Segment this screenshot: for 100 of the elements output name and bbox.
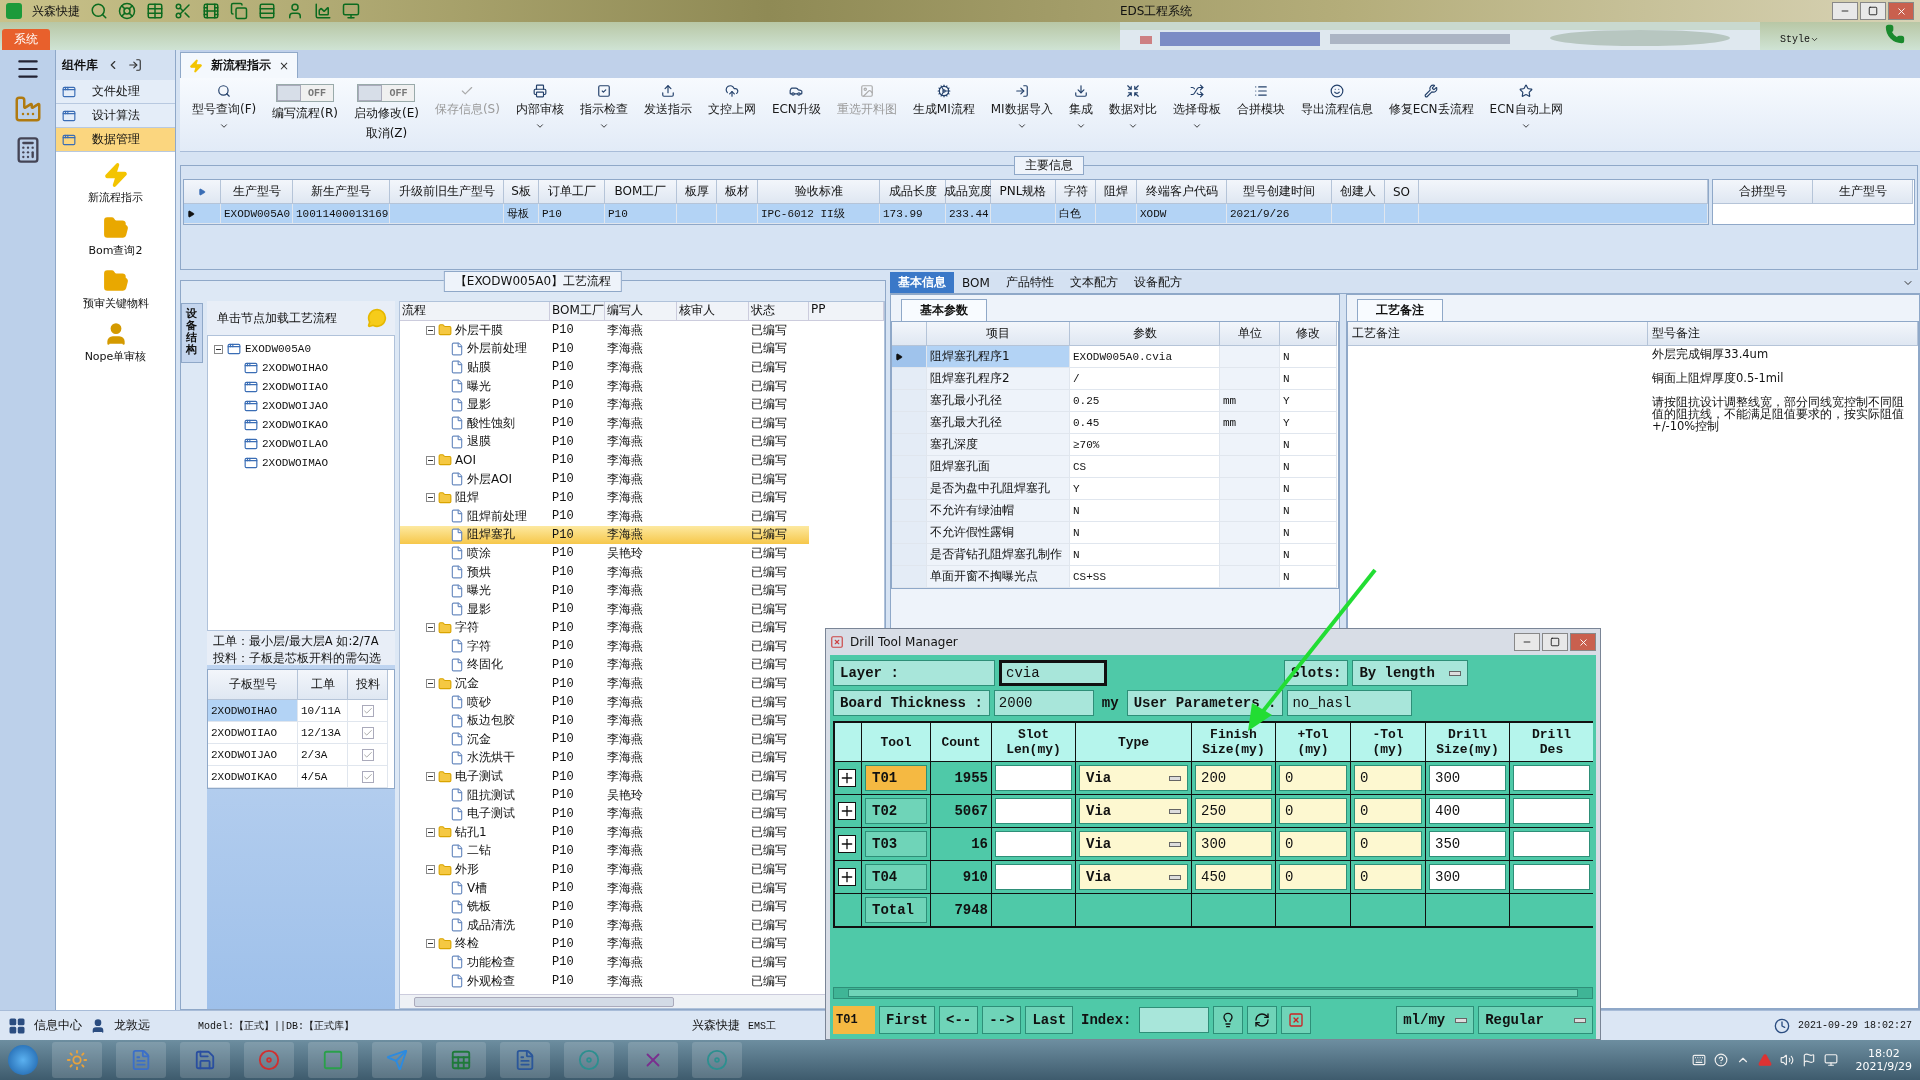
collapse-icon[interactable] — [426, 325, 435, 335]
network-icon[interactable] — [1823, 1053, 1838, 1067]
tool-label[interactable]: 新流程指示 — [88, 190, 143, 205]
collapse-icon[interactable] — [426, 939, 435, 949]
taskbar-clock[interactable]: 18:02 2021/9/29 — [1855, 1047, 1912, 1073]
side-tab[interactable]: 设备结构 — [181, 303, 203, 363]
collapse-icon[interactable] — [426, 493, 435, 503]
film-icon[interactable] — [202, 2, 220, 20]
toolbar-button[interactable]: ECN自动上网 — [1481, 84, 1571, 131]
input-field[interactable]: 0 — [1279, 765, 1347, 791]
status-text[interactable]: 信息中心 — [34, 1017, 82, 1034]
table-cell[interactable]: 2XODWOIIAO — [208, 722, 298, 744]
collapse-icon[interactable] — [426, 455, 435, 465]
area-chart-icon[interactable] — [314, 2, 332, 20]
nav-item[interactable]: 设计算法 — [56, 104, 175, 128]
tab[interactable]: 基本参数 — [901, 299, 987, 321]
tree-node[interactable]: 2XODWOIHAO — [262, 362, 328, 374]
input-field[interactable]: 2000 — [993, 690, 1094, 716]
input-field[interactable] — [995, 864, 1072, 890]
tree-node[interactable]: 2XODWOIJAO — [262, 400, 328, 412]
lifebuoy-icon[interactable] — [118, 2, 136, 20]
toolbar-button[interactable]: 文控上网 — [699, 84, 764, 118]
help-icon[interactable] — [1713, 1053, 1728, 1067]
input-field[interactable]: 300 — [1195, 831, 1272, 857]
select-field[interactable]: Via — [1079, 864, 1188, 890]
tool-label[interactable]: Nope单审核 — [84, 349, 147, 364]
select-field[interactable]: Via — [1079, 831, 1188, 857]
taskbar-app[interactable] — [500, 1042, 550, 1078]
tab[interactable]: 基本信息 — [890, 272, 954, 293]
checkbox[interactable] — [361, 770, 374, 783]
close-icon[interactable]: × — [279, 58, 290, 73]
select-field[interactable]: Via — [1079, 765, 1188, 791]
toolbar-button[interactable]: 修复ECN丢流程 — [1380, 84, 1482, 118]
input-field[interactable] — [995, 798, 1072, 824]
taskbar-app[interactable] — [564, 1042, 614, 1078]
tab[interactable]: 文本配方 — [1061, 272, 1126, 293]
input-field[interactable]: 0 — [1354, 864, 1422, 890]
toolbar-button[interactable]: 发送指示 — [635, 84, 700, 118]
dropdown[interactable]: ml/my — [1396, 1006, 1475, 1034]
input-field[interactable]: cvia — [999, 660, 1107, 686]
collapse-icon[interactable] — [426, 827, 435, 837]
toolbar-button[interactable]: 指示检查 — [571, 84, 636, 131]
row-indicator[interactable] — [184, 204, 221, 224]
taskbar-app[interactable] — [308, 1042, 358, 1078]
taskbar-app[interactable] — [692, 1042, 742, 1078]
cancel-button[interactable]: 取消(Z) — [365, 125, 408, 142]
input-field[interactable]: 0 — [1279, 798, 1347, 824]
person-icon[interactable] — [286, 2, 304, 20]
expand-button[interactable] — [838, 835, 856, 853]
select-field[interactable]: Via — [1079, 798, 1188, 824]
checkbox[interactable] — [361, 726, 374, 739]
input-field[interactable]: 0 — [1279, 864, 1347, 890]
tree-node[interactable]: 2XODWOILAO — [262, 438, 328, 450]
rows-icon[interactable] — [258, 2, 276, 20]
folder-icon[interactable] — [102, 215, 129, 241]
input-field[interactable]: 300 — [1429, 864, 1506, 890]
collapse-icon[interactable] — [214, 344, 223, 354]
collapse-icon[interactable] — [426, 865, 435, 874]
grid-icon[interactable] — [8, 1016, 26, 1035]
input-field[interactable] — [995, 765, 1072, 791]
input-field[interactable] — [1513, 765, 1590, 791]
expand-button[interactable] — [838, 868, 856, 886]
toolbar-button[interactable]: 集成 — [1060, 84, 1101, 131]
taskbar-app[interactable] — [116, 1042, 166, 1078]
toolbar-button[interactable]: 合拼模块 — [1228, 84, 1293, 118]
toggle-switch[interactable]: OFF — [357, 84, 416, 102]
collapse-icon[interactable] — [426, 772, 435, 782]
input-field[interactable] — [995, 831, 1072, 857]
input-field[interactable] — [1139, 1007, 1210, 1033]
table-cell[interactable]: 2XODWOIHAO — [208, 700, 298, 722]
maximize-button[interactable] — [1860, 2, 1886, 20]
tree-node[interactable]: 2XODWOIMAO — [262, 457, 328, 469]
tab[interactable]: 设备配方 — [1125, 272, 1190, 293]
tool-label[interactable]: Bom查询2 — [88, 243, 143, 258]
style-menu[interactable]: Style — [1780, 34, 1819, 45]
maximize-button[interactable] — [1542, 633, 1568, 651]
toolbar-button[interactable]: ECN升级 — [763, 84, 829, 118]
volume-icon[interactable] — [1779, 1053, 1794, 1067]
input-field[interactable] — [1513, 831, 1590, 857]
tool-button[interactable]: T03 — [865, 831, 927, 857]
toolbar-button[interactable]: 生成MI流程 — [904, 84, 983, 118]
input-field[interactable]: 350 — [1429, 831, 1506, 857]
refresh-button[interactable] — [1247, 1006, 1278, 1034]
scrollbar[interactable] — [833, 987, 1593, 999]
tab[interactable]: BOM — [954, 273, 998, 292]
dropdown[interactable]: By length — [1352, 660, 1468, 686]
input-field[interactable]: 300 — [1429, 765, 1506, 791]
input-field[interactable]: 0 — [1279, 831, 1347, 857]
input-field[interactable]: 200 — [1195, 765, 1272, 791]
input-field[interactable]: no_hasl — [1287, 690, 1413, 716]
lightning-icon[interactable] — [102, 162, 129, 188]
taskbar-app[interactable] — [180, 1042, 230, 1078]
phone-icon[interactable] — [1885, 24, 1905, 44]
tree-node[interactable]: 2XODWOIIAO — [262, 381, 328, 393]
monitor-icon[interactable] — [342, 2, 360, 20]
input-field[interactable]: 0 — [1354, 798, 1422, 824]
input-field[interactable]: 250 — [1195, 798, 1272, 824]
toggle-switch[interactable]: OFF — [276, 84, 335, 102]
keyboard-icon[interactable] — [1691, 1053, 1706, 1067]
tab[interactable]: 工艺备注 — [1357, 299, 1443, 321]
